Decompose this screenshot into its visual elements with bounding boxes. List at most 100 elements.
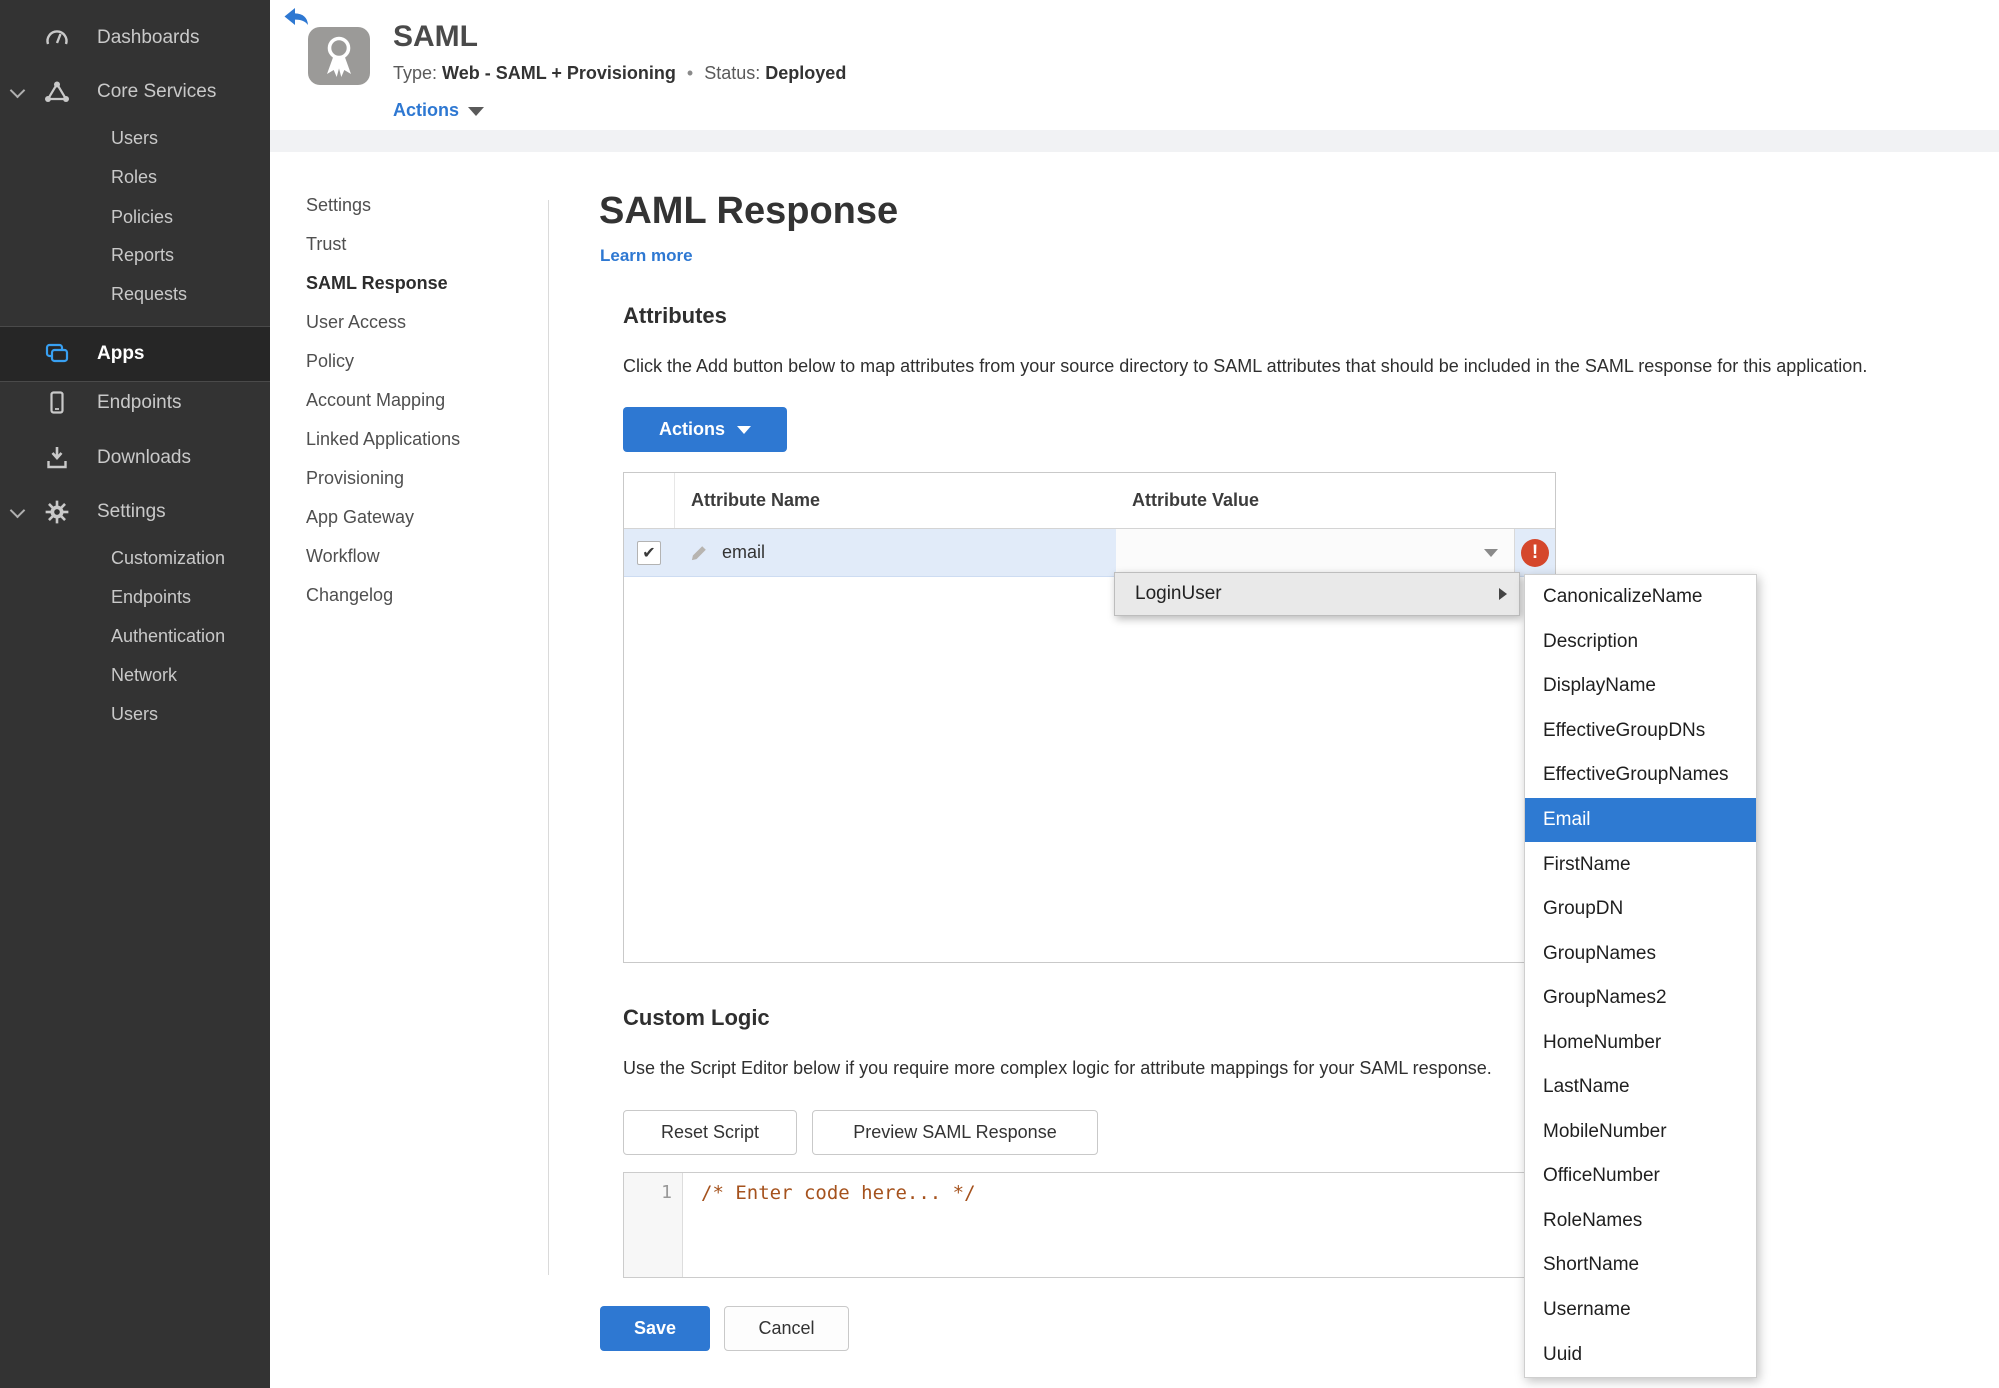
sidebar-item-users-settings[interactable]: Users	[0, 699, 270, 729]
chevron-down-icon	[9, 502, 26, 518]
attributes-actions-button[interactable]: Actions	[623, 407, 787, 452]
app-logo-rosette	[308, 27, 370, 85]
gear-icon	[42, 499, 72, 525]
chevron-down-icon	[9, 82, 26, 98]
subnav-item-workflow[interactable]: Workflow	[306, 537, 536, 576]
value-menu-loginuser[interactable]: LoginUser	[1114, 572, 1520, 616]
page-title: SAML Response	[599, 190, 899, 232]
subnav-item-saml-response[interactable]: SAML Response	[306, 264, 536, 303]
sidebar-item-dashboards[interactable]: Dashboards	[0, 23, 270, 53]
subnav-item-policy[interactable]: Policy	[306, 342, 536, 381]
reset-script-button[interactable]: Reset Script	[623, 1110, 797, 1155]
sidebar-item-label: Downloads	[97, 447, 191, 468]
submenu-item[interactable]: DisplayName	[1525, 664, 1756, 709]
sidebar-item-requests[interactable]: Requests	[0, 279, 270, 309]
sidebar-item-label: Apps	[97, 343, 145, 364]
preview-saml-response-button[interactable]: Preview SAML Response	[812, 1110, 1098, 1155]
sidebar-item-network[interactable]: Network	[0, 660, 270, 690]
submenu-arrow-icon	[1499, 588, 1507, 600]
header-divider-band	[270, 130, 1999, 152]
row-status-cell: !	[1514, 529, 1555, 576]
editor-gutter: 1	[624, 1173, 683, 1277]
submenu-item[interactable]: Uuid	[1525, 1332, 1756, 1377]
submenu-item[interactable]: RoleNames	[1525, 1199, 1756, 1244]
table-row[interactable]: ✔ email !	[624, 529, 1555, 577]
sidebar-item-label: Core Services	[97, 81, 217, 102]
save-button[interactable]: Save	[600, 1306, 710, 1351]
sidebar-item-reports[interactable]: Reports	[0, 240, 270, 270]
submenu-item[interactable]: LastName	[1525, 1065, 1756, 1110]
attribute-value-dropdown[interactable]	[1116, 529, 1514, 576]
subnav-item-changelog[interactable]: Changelog	[306, 576, 536, 615]
column-header-attribute-value: Attribute Value	[1132, 490, 1260, 510]
attributes-table: Attribute Name Attribute Value ✔ email !	[623, 472, 1556, 963]
sidebar-item-settings[interactable]: Settings	[0, 497, 270, 527]
submenu-item[interactable]: FirstName	[1525, 842, 1756, 887]
app-config-nav: Settings Trust SAML Response User Access…	[306, 186, 536, 615]
sidebar: Dashboards Core Services Users Roles Pol…	[0, 0, 270, 1388]
chevron-down-icon	[737, 425, 751, 434]
chevron-down-icon	[468, 106, 485, 116]
sidebar-item-downloads[interactable]: Downloads	[0, 443, 270, 473]
type-label: Type:	[393, 63, 438, 83]
check-icon: ✔	[642, 544, 656, 562]
submenu-item[interactable]: HomeNumber	[1525, 1020, 1756, 1065]
back-arrow-icon[interactable]	[283, 6, 309, 35]
subnav-item-settings[interactable]: Settings	[306, 186, 536, 225]
learn-more-link[interactable]: Learn more	[600, 246, 693, 266]
submenu-item[interactable]: MobileNumber	[1525, 1110, 1756, 1155]
subnav-item-trust[interactable]: Trust	[306, 225, 536, 264]
sidebar-item-authentication[interactable]: Authentication	[0, 621, 270, 651]
download-icon	[42, 445, 72, 471]
submenu-item[interactable]: Username	[1525, 1288, 1756, 1333]
sidebar-item-customization[interactable]: Customization	[0, 543, 270, 573]
sidebar-item-policies[interactable]: Policies	[0, 202, 270, 232]
type-value: Web - SAML + Provisioning	[442, 63, 676, 83]
row-checkbox[interactable]: ✔	[637, 540, 661, 565]
submenu-item[interactable]: Description	[1525, 620, 1756, 665]
subnav-item-linked-applications[interactable]: Linked Applications	[306, 420, 536, 459]
sidebar-item-label: Endpoints	[97, 392, 182, 413]
submenu-item[interactable]: GroupNames	[1525, 931, 1756, 976]
sidebar-item-users[interactable]: Users	[0, 123, 270, 153]
sidebar-item-endpoints[interactable]: Endpoints	[0, 388, 270, 418]
apps-icon	[42, 341, 72, 367]
subnav-item-user-access[interactable]: User Access	[306, 303, 536, 342]
attribute-name-cell: email	[722, 542, 766, 562]
header-checkbox-column	[624, 473, 674, 528]
submenu-item[interactable]: OfficeNumber	[1525, 1154, 1756, 1199]
script-editor[interactable]: 1 /* Enter code here... */	[623, 1172, 1556, 1278]
sidebar-item-roles[interactable]: Roles	[0, 162, 270, 192]
attributes-description: Click the Add button below to map attrib…	[623, 356, 1868, 376]
dropdown-caret-icon	[1484, 548, 1498, 557]
custom-logic-heading: Custom Logic	[623, 1005, 770, 1030]
sidebar-item-apps[interactable]: Apps	[0, 326, 270, 382]
status-label: Status:	[704, 63, 761, 83]
loginuser-submenu: CanonicalizeName Description DisplayName…	[1524, 574, 1757, 1378]
separator: •	[686, 63, 694, 83]
editor-code-area[interactable]: /* Enter code here... */	[683, 1173, 1555, 1277]
subnav-item-account-mapping[interactable]: Account Mapping	[306, 381, 536, 420]
edit-pencil-icon[interactable]	[690, 544, 708, 562]
submenu-item-selected[interactable]: Email	[1525, 797, 1756, 843]
submenu-item[interactable]: CanonicalizeName	[1525, 575, 1756, 620]
submenu-item[interactable]: GroupDN	[1525, 887, 1756, 932]
app-meta-line: Type: Web - SAML + Provisioning • Status…	[393, 63, 846, 84]
submenu-item[interactable]: ShortName	[1525, 1243, 1756, 1288]
code-comment: /* Enter code here... */	[701, 1182, 976, 1204]
menu-item-label: LoginUser	[1135, 583, 1222, 604]
header-actions-menu[interactable]: Actions	[393, 100, 485, 121]
submenu-item[interactable]: EffectiveGroupDNs	[1525, 709, 1756, 754]
submenu-item[interactable]: EffectiveGroupNames	[1525, 753, 1756, 798]
subnav-item-app-gateway[interactable]: App Gateway	[306, 498, 536, 537]
core-services-icon	[42, 80, 72, 104]
sidebar-item-endpoints-settings[interactable]: Endpoints	[0, 582, 270, 612]
attributes-heading: Attributes	[623, 303, 727, 328]
custom-logic-description: Use the Script Editor below if you requi…	[623, 1058, 1492, 1078]
sidebar-item-label: Dashboards	[97, 27, 200, 48]
cancel-button[interactable]: Cancel	[724, 1306, 849, 1351]
sidebar-item-core-services[interactable]: Core Services	[0, 77, 270, 107]
status-badge: Deployed	[765, 63, 847, 83]
submenu-item[interactable]: GroupNames2	[1525, 976, 1756, 1021]
subnav-item-provisioning[interactable]: Provisioning	[306, 459, 536, 498]
